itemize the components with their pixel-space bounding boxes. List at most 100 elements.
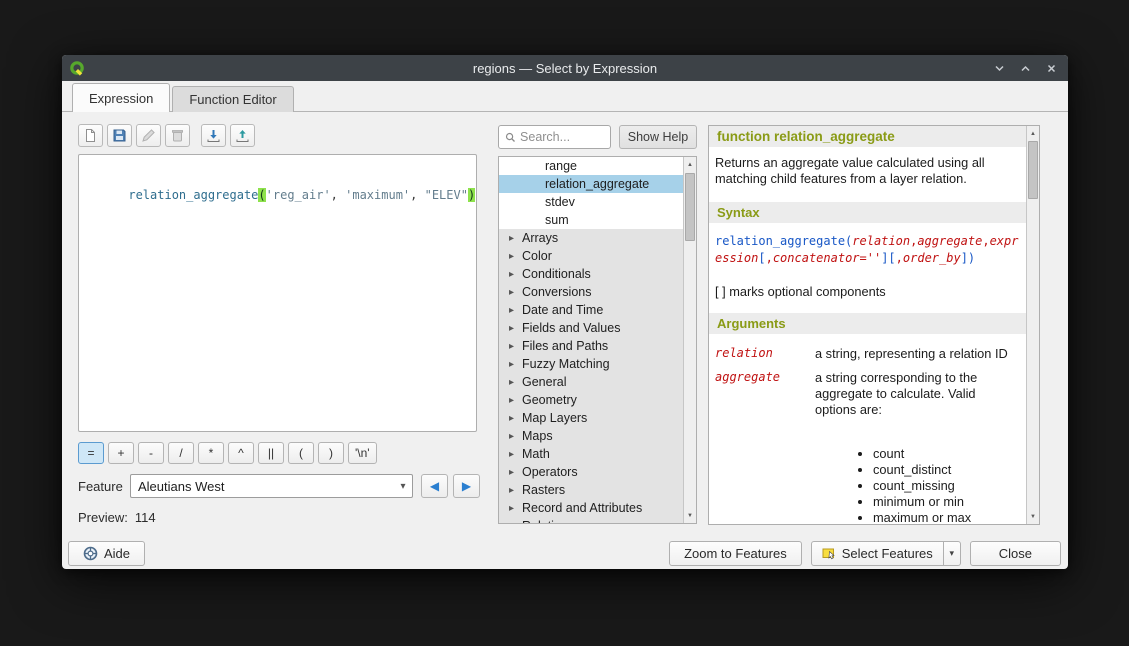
function-search-box[interactable] bbox=[498, 125, 611, 149]
import-expression-button[interactable] bbox=[201, 124, 226, 147]
syntax-token: concatenator='' bbox=[773, 251, 881, 265]
function-list-item[interactable]: ▸ Fields and Values bbox=[499, 319, 683, 337]
function-list-item[interactable]: ▸ sum bbox=[499, 211, 683, 229]
operator-bar: = + - / * ^ || ( ) '\n' bbox=[78, 442, 377, 464]
operator-button[interactable]: * bbox=[198, 442, 224, 464]
function-list-item[interactable]: ▸ Operators bbox=[499, 463, 683, 481]
zoom-to-features-button[interactable]: Zoom to Features bbox=[669, 541, 802, 566]
qgis-logo-icon bbox=[69, 60, 86, 77]
expand-triangle-icon[interactable]: ▸ bbox=[509, 251, 522, 262]
save-expression-button[interactable] bbox=[107, 124, 132, 147]
scrollbar-thumb[interactable] bbox=[1028, 141, 1038, 199]
titlebar[interactable]: regions — Select by Expression bbox=[62, 55, 1068, 81]
function-list-item[interactable]: ▸ Files and Paths bbox=[499, 337, 683, 355]
scroll-down-icon[interactable]: ▼ bbox=[684, 509, 696, 522]
function-list-item[interactable]: ▸ Date and Time bbox=[499, 301, 683, 319]
operator-button[interactable]: ^ bbox=[228, 442, 254, 464]
aggregate-options-list: countcount_distinctcount_missingminimum … bbox=[859, 446, 1026, 524]
show-help-button[interactable]: Show Help bbox=[619, 125, 697, 149]
function-label: Files and Paths bbox=[522, 339, 608, 353]
function-list-item[interactable]: ▸ Rasters bbox=[499, 481, 683, 499]
tab-label: Function Editor bbox=[189, 92, 276, 107]
expand-triangle-icon[interactable]: ▸ bbox=[509, 341, 522, 352]
function-list-item[interactable]: ▸ Relations bbox=[499, 517, 683, 524]
scroll-down-icon[interactable]: ▼ bbox=[1027, 510, 1039, 523]
help-panel-scrollbar[interactable]: ▲ ▼ bbox=[1026, 126, 1039, 524]
function-list-item[interactable]: ▸ Color bbox=[499, 247, 683, 265]
expand-triangle-icon[interactable]: ▸ bbox=[509, 431, 522, 442]
operator-button[interactable]: + bbox=[108, 442, 134, 464]
code-token: relation_aggregate bbox=[128, 188, 258, 202]
function-label: Conditionals bbox=[522, 267, 591, 281]
syntax-heading: Syntax bbox=[709, 202, 1026, 223]
function-list-item[interactable]: ▸ Map Layers bbox=[499, 409, 683, 427]
expand-triangle-icon[interactable]: ▸ bbox=[509, 413, 522, 424]
function-list-item[interactable]: ▸ range bbox=[499, 157, 683, 175]
export-expression-button[interactable] bbox=[230, 124, 255, 147]
function-list-item[interactable]: ▸ stdev bbox=[499, 193, 683, 211]
operator-button[interactable]: || bbox=[258, 442, 284, 464]
window-title: regions — Select by Expression bbox=[62, 61, 1068, 76]
function-list-item[interactable]: ▸ Conditionals bbox=[499, 265, 683, 283]
expression-editor[interactable]: relation_aggregate('reg_air', 'maximum',… bbox=[78, 154, 477, 432]
expand-triangle-icon[interactable]: ▸ bbox=[509, 323, 522, 334]
next-feature-button[interactable]: ▶ bbox=[453, 474, 480, 498]
function-list-item[interactable]: ▸ Record and Attributes bbox=[499, 499, 683, 517]
expand-triangle-icon[interactable]: ▸ bbox=[509, 449, 522, 460]
expand-triangle-icon[interactable]: ▸ bbox=[509, 269, 522, 280]
tab[interactable]: Function Editor bbox=[172, 86, 293, 112]
function-list-item[interactable]: ▸ Conversions bbox=[499, 283, 683, 301]
preview-row: Preview: 114 bbox=[78, 510, 156, 525]
function-list-item[interactable]: ▸ relation_aggregate bbox=[499, 175, 683, 193]
new-expression-button[interactable] bbox=[78, 124, 103, 147]
expand-triangle-icon[interactable]: ▸ bbox=[509, 233, 522, 244]
edit-expression-button[interactable] bbox=[136, 124, 161, 147]
tab[interactable]: Expression bbox=[72, 83, 170, 112]
function-list-item[interactable]: ▸ Geometry bbox=[499, 391, 683, 409]
save-icon bbox=[112, 128, 127, 143]
search-input[interactable] bbox=[520, 130, 604, 144]
previous-feature-button[interactable]: ◀ bbox=[421, 474, 448, 498]
operator-button[interactable]: ) bbox=[318, 442, 344, 464]
function-list-rows: ▸ range ▸ relation_aggregate ▸ stdev bbox=[499, 157, 683, 524]
function-list-item[interactable]: ▸ Maps bbox=[499, 427, 683, 445]
combo-dropdown-icon[interactable]: ▾ bbox=[394, 475, 412, 497]
function-list-item[interactable]: ▸ Fuzzy Matching bbox=[499, 355, 683, 373]
operator-button[interactable]: = bbox=[78, 442, 104, 464]
function-label: General bbox=[522, 375, 566, 389]
function-list-item[interactable]: ▸ Math bbox=[499, 445, 683, 463]
scrollbar-thumb[interactable] bbox=[685, 173, 695, 241]
function-list-scrollbar[interactable]: ▲ ▼ bbox=[683, 157, 696, 523]
select-features-button[interactable]: Select Features bbox=[811, 541, 944, 566]
feature-combobox[interactable]: Aleutians West ▾ bbox=[130, 474, 413, 498]
expand-triangle-icon[interactable]: ▸ bbox=[509, 305, 522, 316]
close-window-icon[interactable] bbox=[1038, 55, 1064, 81]
delete-expression-button[interactable] bbox=[165, 124, 190, 147]
operator-button[interactable]: '\n' bbox=[348, 442, 377, 464]
scroll-up-icon[interactable]: ▲ bbox=[684, 158, 696, 171]
operator-button[interactable]: - bbox=[138, 442, 164, 464]
function-list-item[interactable]: ▸ Arrays bbox=[499, 229, 683, 247]
operator-button[interactable]: / bbox=[168, 442, 194, 464]
operator-button[interactable]: ( bbox=[288, 442, 314, 464]
expand-triangle-icon[interactable]: ▸ bbox=[509, 503, 522, 514]
close-button[interactable]: Close bbox=[970, 541, 1061, 566]
expand-triangle-icon[interactable]: ▸ bbox=[509, 521, 522, 525]
help-button[interactable]: Aide bbox=[68, 541, 145, 566]
expand-triangle-icon[interactable]: ▸ bbox=[509, 377, 522, 388]
expand-triangle-icon[interactable]: ▸ bbox=[509, 485, 522, 496]
minimize-icon[interactable] bbox=[986, 55, 1012, 81]
expand-triangle-icon[interactable]: ▸ bbox=[509, 287, 522, 298]
code-token: , bbox=[410, 188, 424, 202]
expand-triangle-icon[interactable]: ▸ bbox=[509, 359, 522, 370]
function-label: Record and Attributes bbox=[522, 501, 642, 515]
select-features-icon bbox=[822, 546, 836, 560]
footer-actions: Zoom to Features Select Features ▾ Close bbox=[669, 541, 1061, 566]
select-features-dropdown-button[interactable]: ▾ bbox=[944, 541, 961, 566]
maximize-icon[interactable] bbox=[1012, 55, 1038, 81]
tab-bar: Expression Function Editor bbox=[62, 81, 1068, 112]
expand-triangle-icon[interactable]: ▸ bbox=[509, 467, 522, 478]
expand-triangle-icon[interactable]: ▸ bbox=[509, 395, 522, 406]
scroll-up-icon[interactable]: ▲ bbox=[1027, 127, 1039, 140]
function-list-item[interactable]: ▸ General bbox=[499, 373, 683, 391]
